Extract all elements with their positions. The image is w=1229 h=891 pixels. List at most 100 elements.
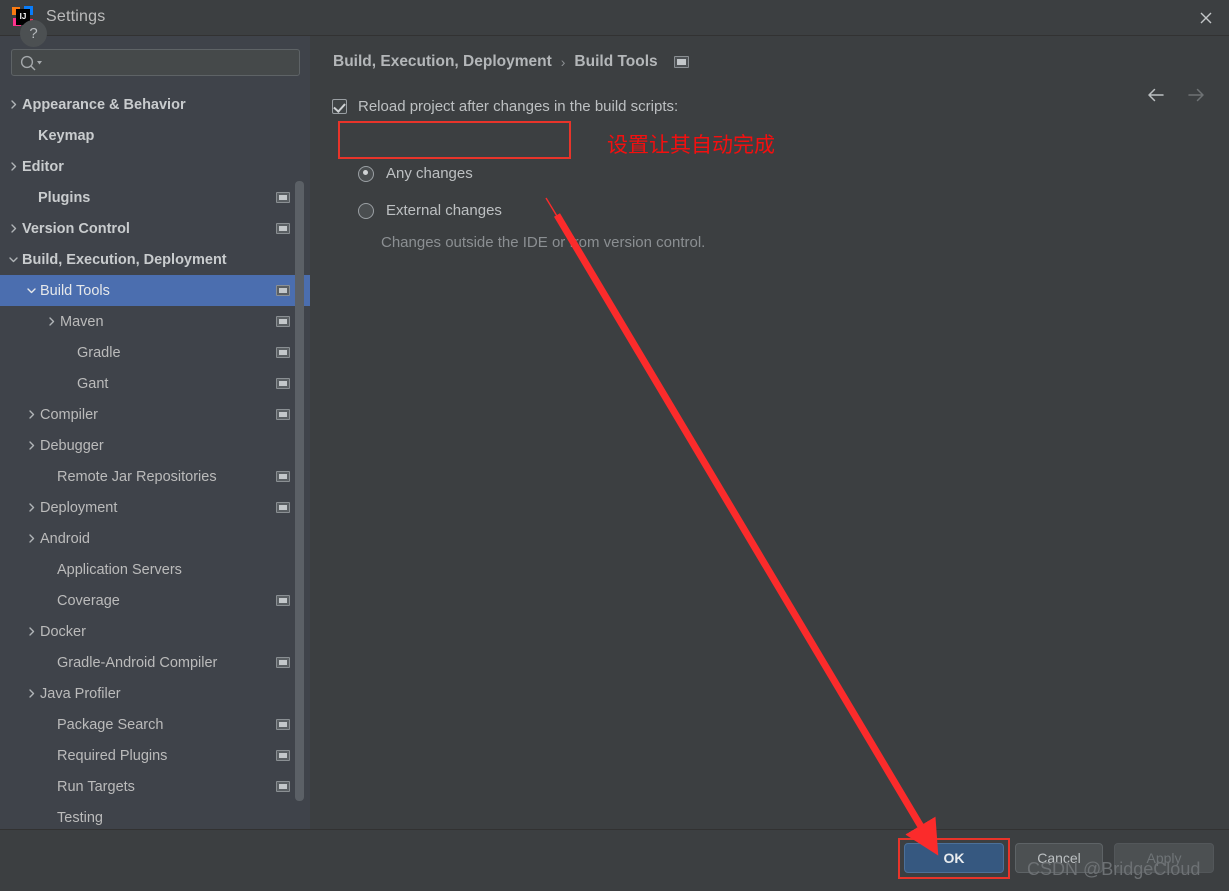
sidebar-item-label: Docker xyxy=(40,623,86,640)
sidebar-item-label: Maven xyxy=(60,313,104,330)
chevron-right-icon[interactable] xyxy=(6,222,20,236)
sidebar-item-remote-jar-repositories[interactable]: Remote Jar Repositories xyxy=(0,461,310,492)
chevron-down-icon[interactable] xyxy=(6,253,20,267)
sidebar-item-label: Java Profiler xyxy=(40,685,121,702)
radio-any-changes-label: Any changes xyxy=(386,165,473,182)
chevron-right-icon[interactable] xyxy=(44,315,58,329)
title-bar: IJ Settings xyxy=(0,0,1229,36)
arrow-left-icon[interactable] xyxy=(1145,86,1167,106)
sidebar-item-run-targets[interactable]: Run Targets xyxy=(0,771,310,802)
sidebar-item-testing[interactable]: Testing xyxy=(0,802,310,829)
sidebar-item-application-servers[interactable]: Application Servers xyxy=(0,554,310,585)
chevron-right-icon[interactable] xyxy=(24,625,38,639)
project-scope-icon xyxy=(276,502,290,513)
project-scope-icon xyxy=(276,285,290,296)
sidebar-item-label: Testing xyxy=(57,809,103,826)
radio-external-changes-row[interactable]: External changes xyxy=(358,202,502,219)
breadcrumb-current[interactable]: Build Tools xyxy=(574,53,657,71)
ok-button[interactable]: OK xyxy=(904,843,1004,873)
sidebar-item-package-search[interactable]: Package Search xyxy=(0,709,310,740)
sidebar-scrollbar-track[interactable] xyxy=(295,89,307,829)
close-icon[interactable] xyxy=(1183,0,1229,35)
chevron-right-icon[interactable] xyxy=(24,439,38,453)
project-scope-icon xyxy=(276,192,290,203)
svg-text:IJ: IJ xyxy=(20,12,27,21)
cancel-button[interactable]: Cancel xyxy=(1015,843,1103,873)
chevron-down-icon[interactable] xyxy=(24,284,38,298)
chevron-right-icon[interactable] xyxy=(24,408,38,422)
settings-tree: Appearance & Behavior Keymap Editor Plugins… xyxy=(0,89,310,829)
sidebar-item-android[interactable]: Android xyxy=(0,523,310,554)
radio-external-changes[interactable] xyxy=(358,202,374,219)
chevron-right-icon[interactable] xyxy=(6,98,20,112)
project-scope-icon xyxy=(276,750,290,761)
sidebar-item-compiler[interactable]: Compiler xyxy=(0,399,310,430)
reload-project-checkbox[interactable] xyxy=(332,99,347,114)
search-box[interactable] xyxy=(11,49,300,76)
sidebar-item-label: Gradle-Android Compiler xyxy=(57,654,218,671)
sidebar-item-label: Plugins xyxy=(38,189,91,206)
sidebar-item-label: Coverage xyxy=(57,592,120,609)
project-scope-icon xyxy=(276,719,290,730)
sidebar-item-build-execution-deployment[interactable]: Build, Execution, Deployment xyxy=(0,244,310,275)
project-scope-icon xyxy=(276,378,290,389)
sidebar-item-keymap[interactable]: Keymap xyxy=(0,120,310,151)
annotation-chinese-note: 设置让其自动完成 xyxy=(607,133,775,157)
project-scope-icon xyxy=(276,657,290,668)
project-scope-icon xyxy=(276,223,290,234)
sidebar-item-maven[interactable]: Maven xyxy=(0,306,310,337)
breadcrumb: Build, Execution, Deployment › Build Too… xyxy=(333,53,689,71)
sidebar-item-required-plugins[interactable]: Required Plugins xyxy=(0,740,310,771)
sidebar-item-label: Keymap xyxy=(38,127,95,144)
sidebar-item-label: Compiler xyxy=(40,406,99,423)
sidebar-item-appearance-behavior[interactable]: Appearance & Behavior xyxy=(0,89,310,120)
reload-project-checkbox-row[interactable]: Reload project after changes in the buil… xyxy=(332,98,678,115)
reload-project-label: Reload project after changes in the buil… xyxy=(358,98,679,115)
sidebar-item-label: Version Control xyxy=(22,220,130,237)
sidebar-item-label: Remote Jar Repositories xyxy=(57,468,217,485)
project-scope-icon xyxy=(276,347,290,358)
apply-button[interactable]: Apply xyxy=(1114,843,1214,873)
breadcrumb-parent[interactable]: Build, Execution, Deployment xyxy=(333,53,552,71)
window-title: Settings xyxy=(46,8,106,25)
chevron-right-icon[interactable] xyxy=(24,687,38,701)
sidebar-item-version-control[interactable]: Version Control xyxy=(0,213,310,244)
sidebar-item-java-profiler[interactable]: Java Profiler xyxy=(0,678,310,709)
sidebar-item-debugger[interactable]: Debugger xyxy=(0,430,310,461)
sidebar-item-label: Build, Execution, Deployment xyxy=(22,251,227,268)
breadcrumb-separator: › xyxy=(560,54,566,70)
radio-any-changes[interactable] xyxy=(358,165,374,182)
sidebar-item-editor[interactable]: Editor xyxy=(0,151,310,182)
project-scope-icon xyxy=(276,409,290,420)
sidebar-item-build-tools[interactable]: Build Tools xyxy=(0,275,310,306)
sidebar-scrollbar-thumb[interactable] xyxy=(295,181,304,801)
help-button[interactable]: ? xyxy=(20,20,47,47)
sidebar-item-label: Android xyxy=(40,530,90,547)
search-icon[interactable] xyxy=(19,54,45,72)
sidebar-item-label: Deployment xyxy=(40,499,118,516)
chevron-right-icon[interactable] xyxy=(24,501,38,515)
navigation-arrows xyxy=(1145,86,1207,106)
sidebar-item-deployment[interactable]: Deployment xyxy=(0,492,310,523)
radio-any-changes-row[interactable]: Any changes xyxy=(358,165,473,182)
settings-dialog: IJ Settings Appearance & Behavior Keymap… xyxy=(0,0,1229,891)
sidebar-item-label: Run Targets xyxy=(57,778,135,795)
search-input[interactable] xyxy=(46,50,296,75)
sidebar-item-docker[interactable]: Docker xyxy=(0,616,310,647)
external-changes-hint: Changes outside the IDE or from version … xyxy=(381,234,706,251)
settings-sidebar: Appearance & Behavior Keymap Editor Plugins… xyxy=(0,36,310,829)
sidebar-item-label: Required Plugins xyxy=(57,747,168,764)
radio-external-changes-label: External changes xyxy=(386,202,502,219)
annotation-highlight-box-any-changes xyxy=(338,121,571,159)
sidebar-item-gradle-android-compiler[interactable]: Gradle-Android Compiler xyxy=(0,647,310,678)
sidebar-item-gradle[interactable]: Gradle xyxy=(0,337,310,368)
sidebar-item-plugins[interactable]: Plugins xyxy=(0,182,310,213)
sidebar-item-coverage[interactable]: Coverage xyxy=(0,585,310,616)
sidebar-item-label: Gradle xyxy=(77,344,121,361)
sidebar-item-gant[interactable]: Gant xyxy=(0,368,310,399)
chevron-right-icon[interactable] xyxy=(24,532,38,546)
chevron-right-icon[interactable] xyxy=(6,160,20,174)
sidebar-item-label: Build Tools xyxy=(40,282,110,299)
arrow-right-icon[interactable] xyxy=(1185,86,1207,106)
sidebar-item-label: Gant xyxy=(77,375,109,392)
